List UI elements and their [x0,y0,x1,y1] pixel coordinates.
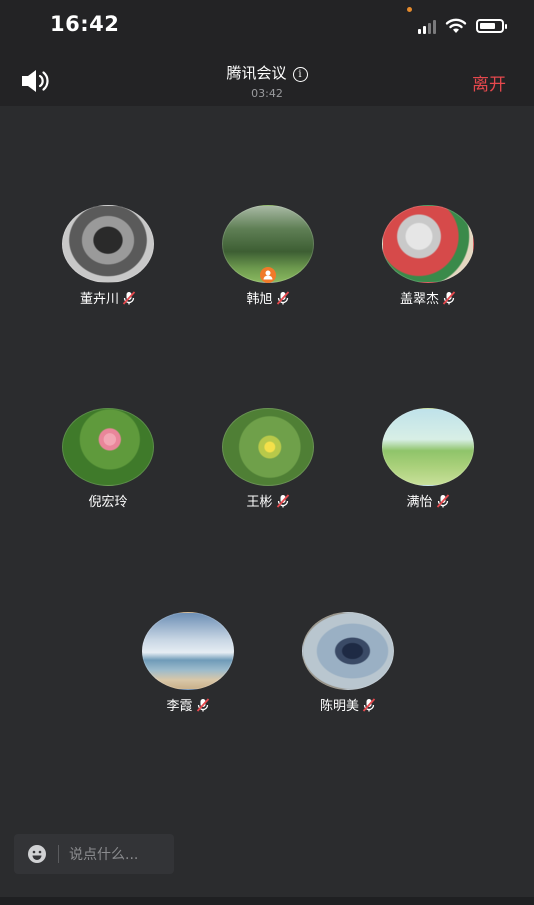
participant-name: 李霞 [166,699,193,714]
mic-muted-icon [436,494,449,508]
avatar [142,612,234,690]
host-icon [260,267,276,283]
participant-tile[interactable]: 满怡 [363,408,493,518]
bottom-edge [0,897,534,905]
participant-name: 倪宏玲 [88,495,128,510]
avatar [62,408,154,486]
emoji-icon[interactable] [27,844,47,864]
participant-name-row: 盖翠杰 [363,288,493,307]
avatar [382,408,474,486]
participant-tile[interactable]: 王彬 [203,408,333,518]
chat-placeholder: 说点什么... [69,847,139,863]
mic-muted-icon [442,291,456,305]
mic-muted-icon [276,291,289,305]
meeting-title-text: 腾讯会议 [226,64,287,82]
participant-name: 盖翠杰 [399,292,439,307]
top-bar: 16:42 腾讯会议 i 03:42 离开 [0,0,534,106]
participant-tile[interactable]: 陈明美 [283,612,413,722]
leave-button[interactable]: 离开 [472,70,506,95]
meeting-timer: 03:42 [251,87,283,100]
participant-name: 满怡 [406,495,433,510]
participant-name-row: 李霞 [123,695,253,714]
mic-muted-icon [276,494,289,508]
meeting-title[interactable]: 腾讯会议 i [0,62,534,83]
cellular-signal-icon [418,18,436,34]
chat-input[interactable]: 说点什么... [14,834,174,874]
participant-name: 董卉川 [79,292,119,307]
participant-tile[interactable]: 董卉川 [43,205,173,315]
mic-muted-icon [196,698,209,712]
participant-name: 韩旭 [246,292,273,307]
participant-tile[interactable]: 盖翠杰 [363,205,493,315]
participant-name-row: 倪宏玲 [43,491,173,510]
info-icon[interactable]: i [292,67,308,82]
participant-name-row: 陈明美 [283,695,413,714]
meeting-screen: 16:42 腾讯会议 i 03:42 离开 董卉川 韩旭 盖翠杰 倪宏玲 王彬 … [0,0,534,905]
avatar [302,612,394,690]
participant-name-row: 董卉川 [43,288,173,307]
participant-name-row: 王彬 [203,491,333,510]
participant-name-row: 满怡 [363,491,493,510]
status-time: 16:42 [50,12,120,36]
mic-muted-icon [122,291,136,305]
avatar [62,205,154,283]
chat-divider [58,845,59,863]
participant-tile[interactable]: 李霞 [123,612,253,722]
avatar [222,408,314,486]
avatar [382,205,474,283]
participant-name-row: 韩旭 [203,288,333,307]
battery-icon [476,19,507,33]
participant-name: 陈明美 [319,699,359,714]
mic-muted-icon [362,698,376,712]
participant-tile[interactable]: 韩旭 [203,205,333,315]
wifi-icon [445,18,467,33]
privacy-indicator-dot [407,7,412,12]
participant-tile[interactable]: 倪宏玲 [43,408,173,518]
status-icons [418,14,507,38]
participant-name: 王彬 [246,495,273,510]
